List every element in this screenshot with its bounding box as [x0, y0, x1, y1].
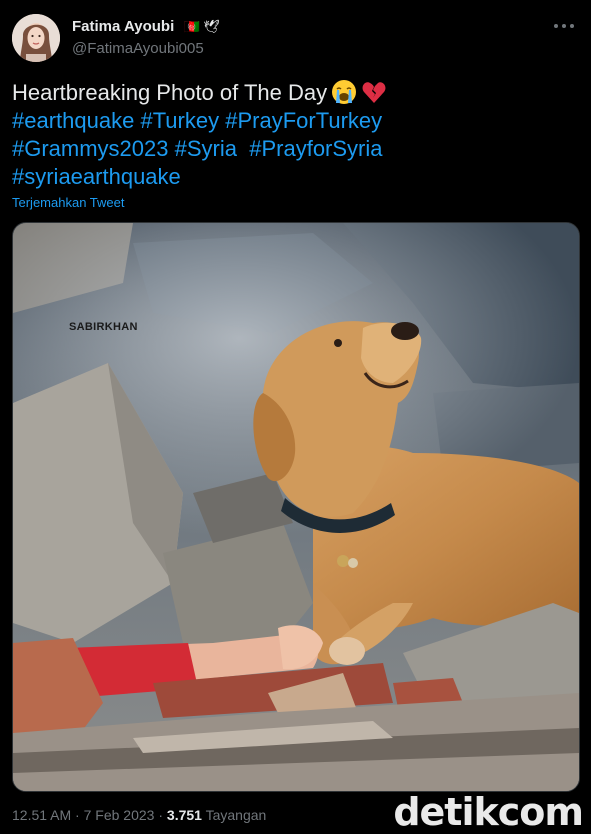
- hashtag-turkey[interactable]: #Turkey: [140, 108, 219, 133]
- more-dots-icon: [554, 24, 574, 28]
- hashtag-line-1: #earthquake #Turkey #PrayForTurkey: [12, 107, 582, 135]
- name-emojis: 🇦🇫 🕊: [183, 18, 220, 34]
- tweet-headline: Heartbreaking Photo of The Day: [12, 80, 328, 105]
- hashtag-prayforsyria[interactable]: #PrayforSyria: [249, 136, 382, 161]
- meta-separator: ·: [75, 807, 80, 823]
- user-name-block[interactable]: Fatima Ayoubi 🇦🇫 🕊 @FatimaAyoubi005: [72, 18, 220, 57]
- dog-on-rubble-photo-icon: [13, 223, 579, 791]
- tweet-first-line: Heartbreaking Photo of The Day: [12, 79, 582, 107]
- translate-tweet-link[interactable]: Terjemahkan Tweet: [12, 195, 125, 210]
- user-handle[interactable]: @FatimaAyoubi005: [72, 40, 220, 57]
- hashtag-syriaearthquake[interactable]: #syriaearthquake: [12, 164, 181, 189]
- view-count: 3.751: [166, 807, 202, 823]
- profile-photo-icon: [12, 14, 60, 62]
- detikcom-logo: detikcom: [393, 790, 584, 834]
- loudly-crying-face-icon: [332, 80, 357, 104]
- hashtag-earthquake[interactable]: #earthquake: [12, 108, 134, 133]
- broken-heart-icon: [362, 82, 386, 103]
- hashtag-line-2: #Grammys2023 #Syria #PrayforSyria: [12, 135, 582, 163]
- hashtag-line-3: #syriaearthquake: [12, 163, 582, 191]
- hashtag-prayforturkey[interactable]: #PrayForTurkey: [225, 108, 382, 133]
- views-label: Tayangan: [205, 807, 267, 823]
- more-options-button[interactable]: [551, 16, 577, 36]
- tweet-photo[interactable]: SABIRKHAN: [12, 222, 580, 792]
- hashtag-syria[interactable]: #Syria: [175, 136, 237, 161]
- tweet-text: Heartbreaking Photo of The Day #earthqua…: [12, 79, 582, 191]
- hashtag-grammys2023[interactable]: #Grammys2023: [12, 136, 169, 161]
- display-name[interactable]: Fatima Ayoubi: [72, 18, 174, 35]
- photo-watermark: SABIRKHAN: [69, 321, 138, 333]
- tweet-meta: 12.51 AM · 7 Feb 2023 · 3.751 Tayangan: [12, 807, 266, 823]
- avatar[interactable]: [12, 14, 60, 62]
- tweet-date[interactable]: 7 Feb 2023: [84, 807, 155, 823]
- tweet-time[interactable]: 12.51 AM: [12, 807, 71, 823]
- meta-separator-2: ·: [158, 807, 164, 823]
- tweet-header: Fatima Ayoubi 🇦🇫 🕊 @FatimaAyoubi005: [12, 14, 579, 66]
